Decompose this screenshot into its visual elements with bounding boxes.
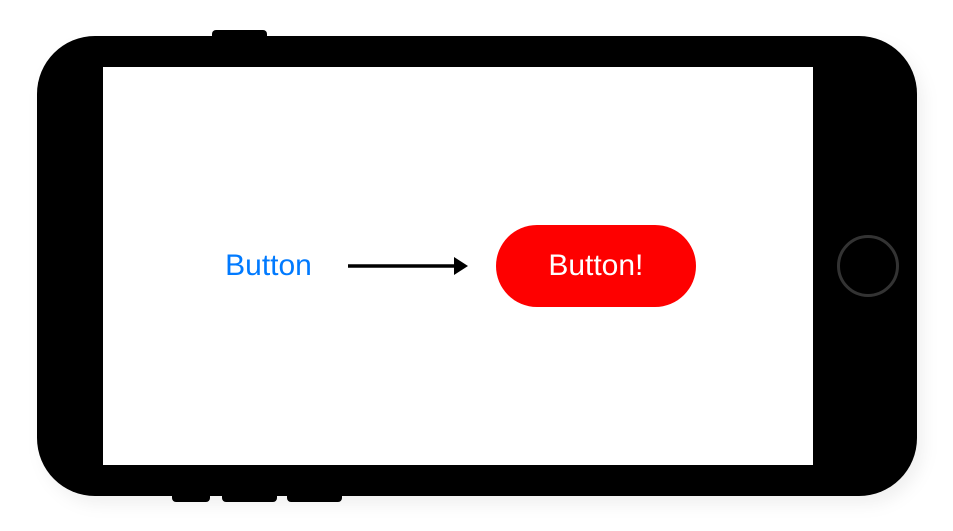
home-button[interactable] xyxy=(837,235,899,297)
volume-down-button xyxy=(287,496,342,502)
phone-device: Button Button! xyxy=(37,36,917,496)
mute-switch xyxy=(172,496,210,502)
phone-body: Button Button! xyxy=(37,36,917,496)
power-button xyxy=(212,30,267,36)
plain-button[interactable]: Button xyxy=(219,249,318,283)
arrow-right-icon xyxy=(346,254,468,278)
screen-content: Button Button! xyxy=(103,67,813,465)
phone-screen: Button Button! xyxy=(103,67,813,465)
styled-button[interactable]: Button! xyxy=(496,225,696,307)
volume-up-button xyxy=(222,496,277,502)
